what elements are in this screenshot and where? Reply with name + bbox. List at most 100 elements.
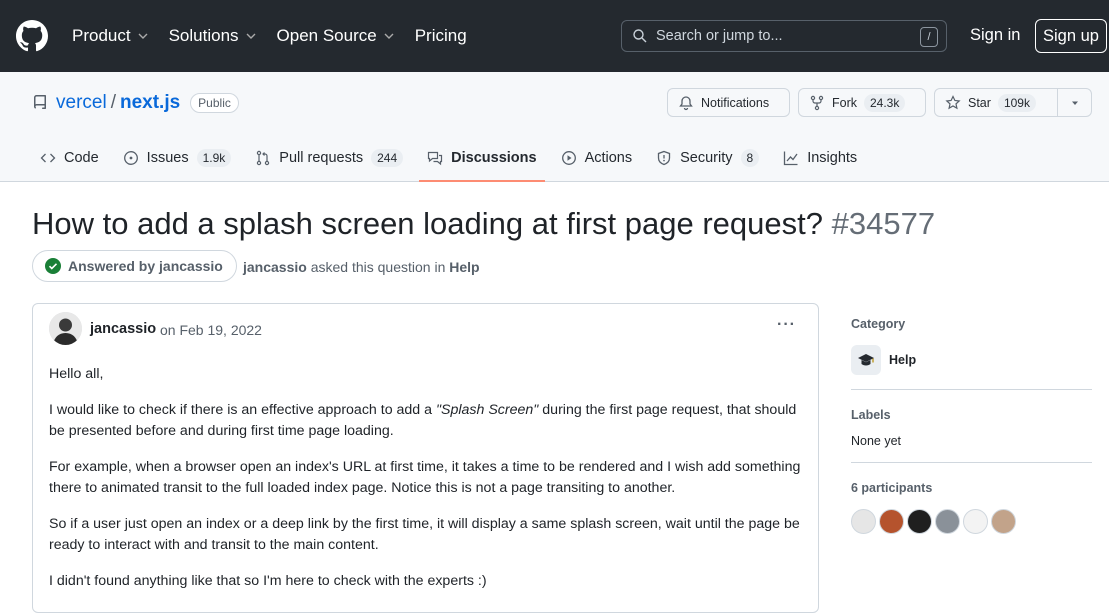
sidebar-divider (851, 462, 1092, 463)
star-icon (945, 94, 961, 109)
tab-discussions-label: Discussions (451, 150, 537, 166)
tab-code[interactable]: Code (32, 137, 107, 179)
discussion-post: jancassio on Feb 19, 2022 ··· Hello all,… (32, 303, 819, 613)
graduation-cap-icon (851, 345, 881, 375)
tab-actions[interactable]: Actions (553, 137, 641, 179)
nav-open-source-label: Open Source (276, 26, 377, 45)
tab-security[interactable]: Security 8 (648, 137, 767, 179)
github-logo-icon[interactable] (16, 20, 48, 52)
avatar-image (49, 312, 82, 345)
post-paragraph: I would like to check if there is an eff… (49, 400, 809, 442)
visibility-badge: Public (190, 93, 239, 113)
labels-heading: Labels (851, 408, 891, 422)
repo-owner-link[interactable]: vercel (56, 92, 107, 114)
participant-avatar[interactable] (907, 509, 932, 534)
category-item[interactable]: Help (851, 345, 1092, 375)
tab-insights[interactable]: Insights (775, 137, 865, 179)
category-heading: Category (851, 317, 906, 331)
tab-issues-count: 1.9k (196, 149, 232, 167)
nav-solutions[interactable]: Solutions (169, 26, 257, 46)
participant-avatar[interactable] (879, 509, 904, 534)
sign-in-link[interactable]: Sign in (970, 26, 1020, 45)
answered-badge[interactable]: Answered by jancassio (32, 250, 237, 282)
tab-insights-label: Insights (807, 150, 858, 166)
fork-count: 24.3k (864, 93, 906, 112)
tab-security-count: 8 (740, 149, 760, 167)
repo-icon (34, 95, 46, 109)
sidebar-divider (851, 389, 1092, 390)
star-label: Star (968, 95, 991, 110)
search-shortcut-badge: / (920, 27, 938, 47)
asker-link[interactable]: jancassio (243, 259, 307, 275)
search-icon (633, 29, 647, 43)
more-options-button[interactable]: ··· (777, 316, 796, 334)
post-date: on Feb 19, 2022 (160, 322, 262, 338)
pull-request-icon (257, 150, 270, 166)
notifications-button[interactable]: Notifications (667, 88, 790, 117)
chevron-down-icon (138, 33, 148, 39)
fork-icon (810, 95, 824, 110)
star-button[interactable]: Star 109k (934, 88, 1058, 117)
participant-avatar[interactable] (991, 509, 1016, 534)
tab-security-label: Security (680, 150, 733, 166)
search-placeholder: Search or jump to... (656, 28, 783, 44)
nav-product[interactable]: Product (72, 26, 149, 46)
code-icon (40, 153, 56, 163)
post-paragraph: I didn't found anything like that so I'm… (49, 573, 487, 589)
repo-path-separator: / (110, 92, 116, 113)
participants-list (851, 509, 1092, 534)
graph-icon (784, 151, 798, 166)
tab-pull-requests-count: 244 (371, 149, 404, 167)
post-body: Hello all, I would like to check if ther… (49, 364, 809, 607)
discussion-icon (428, 151, 443, 166)
participant-avatar[interactable] (851, 509, 876, 534)
star-count: 109k (997, 93, 1036, 112)
participant-avatar[interactable] (935, 509, 960, 534)
play-icon (561, 151, 576, 165)
shield-icon (657, 150, 671, 166)
repo-tabs: Code Issues 1.9k Pull requests 244 Discu… (32, 137, 873, 182)
tab-discussions[interactable]: Discussions (419, 137, 545, 182)
tab-code-label: Code (64, 150, 99, 166)
chevron-down-icon (384, 33, 394, 39)
nav-pricing[interactable]: Pricing (415, 26, 467, 46)
star-lists-dropdown[interactable] (1057, 88, 1092, 117)
discussion-number: #34577 (831, 206, 936, 241)
repo-header: vercel / next.js Public Notifications Fo… (0, 72, 1109, 182)
discussion-title: How to add a splash screen loading at fi… (32, 206, 935, 242)
participants-heading: 6 participants (851, 481, 933, 495)
participant-avatar[interactable] (963, 509, 988, 534)
bell-icon (679, 95, 693, 110)
discussion-title-text: How to add a splash screen loading at fi… (32, 206, 823, 241)
post-paragraph-part: I would like to check if there is an eff… (49, 402, 436, 418)
asked-text: asked this question in (310, 259, 446, 275)
tab-issues-label: Issues (146, 150, 189, 166)
nav-pricing-label: Pricing (414, 26, 467, 45)
category-link[interactable]: Help (449, 259, 479, 275)
global-nav: Product Solutions Open Source Pricing (72, 0, 487, 72)
post-emphasis: "Splash Screen" (435, 402, 539, 418)
labels-value: None yet (851, 434, 902, 448)
sign-up-button[interactable]: Sign up (1035, 19, 1107, 53)
asked-line: jancassio asked this question in Help (243, 259, 480, 275)
global-header: Product Solutions Open Source Pricing Se… (0, 0, 1109, 72)
fork-button[interactable]: Fork 24.3k (798, 88, 926, 117)
answered-label: Answered by jancassio (68, 258, 223, 274)
tab-pull-requests-label: Pull requests (279, 150, 364, 166)
triangle-down-icon (1071, 101, 1078, 105)
post-paragraph: So if a user just open an index or a dee… (49, 516, 800, 553)
repo-name-link[interactable]: next.js (120, 92, 180, 114)
chevron-down-icon (246, 33, 256, 39)
nav-open-source[interactable]: Open Source (277, 26, 395, 46)
search-input[interactable]: Search or jump to... / (621, 20, 947, 52)
fork-label: Fork (832, 95, 857, 110)
tab-issues[interactable]: Issues 1.9k (115, 137, 240, 179)
post-paragraph: For example, when a browser open an inde… (49, 459, 801, 496)
check-circle-icon (45, 258, 61, 274)
avatar[interactable] (49, 312, 82, 345)
notifications-label: Notifications (701, 95, 770, 110)
post-author[interactable]: jancassio (90, 321, 156, 337)
tab-pull-requests[interactable]: Pull requests 244 (247, 137, 411, 179)
repo-breadcrumb: vercel / next.js Public (32, 92, 239, 114)
nav-solutions-label: Solutions (168, 26, 239, 45)
